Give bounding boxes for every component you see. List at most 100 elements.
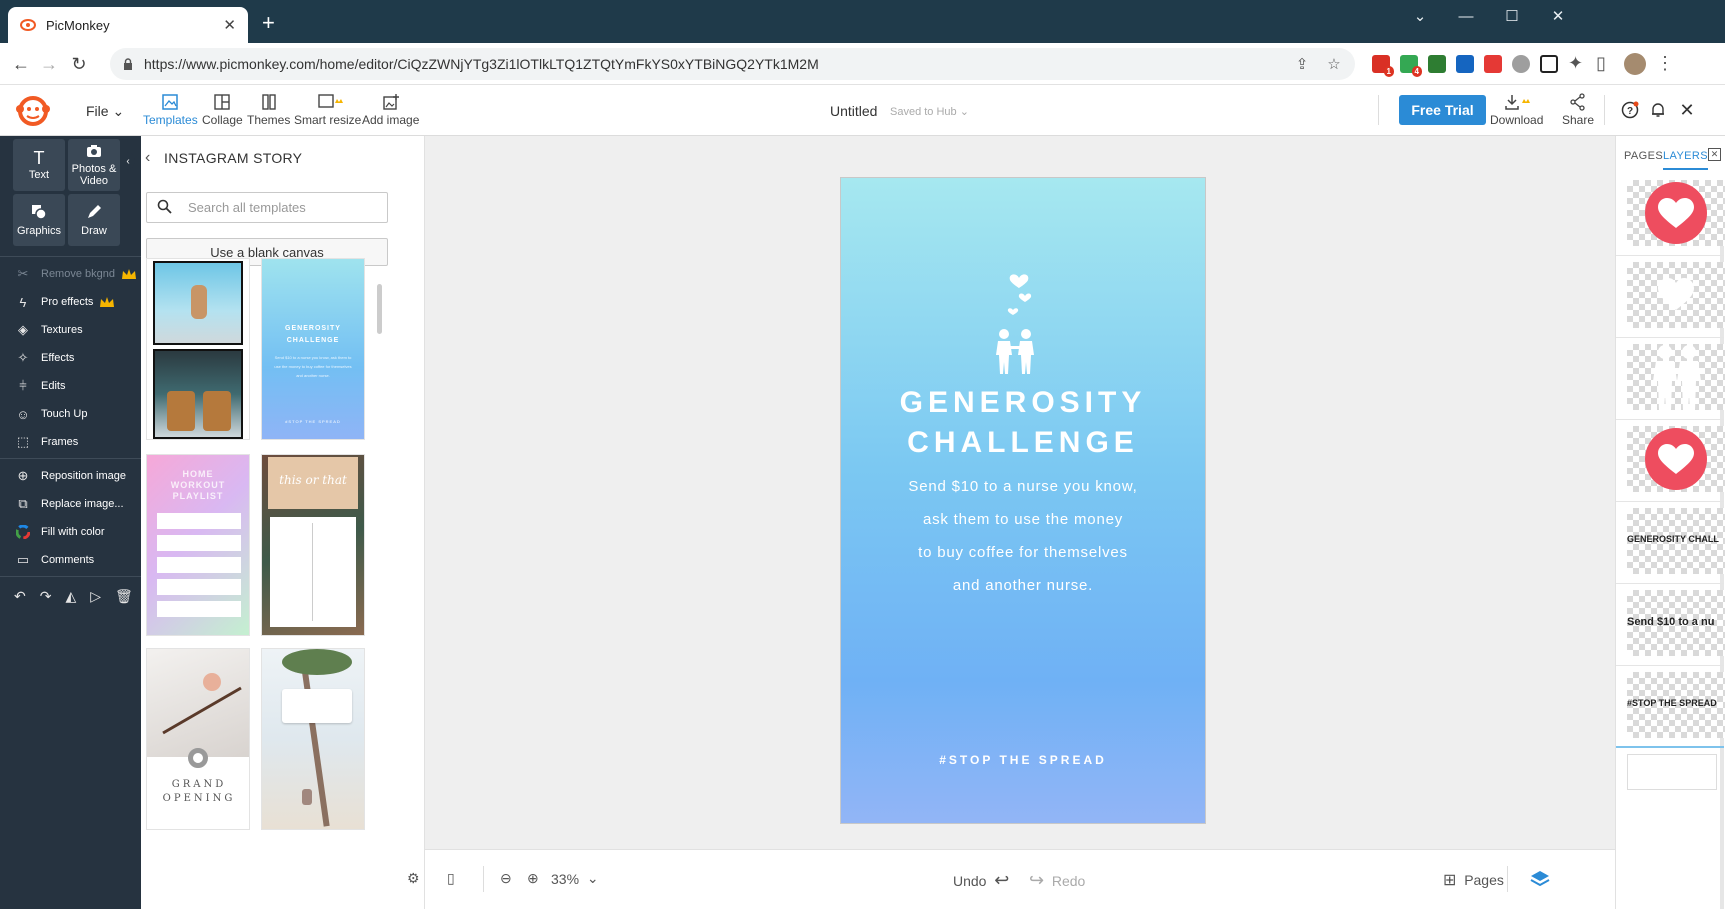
layer-item-children[interactable] <box>1616 332 1725 420</box>
graphics-button[interactable]: Graphics <box>13 194 65 246</box>
themes-tool[interactable]: Themes <box>247 91 290 127</box>
share-page-icon[interactable]: ⇪ <box>1291 55 1313 73</box>
pages-button[interactable]: ⊞ Pages <box>1443 870 1504 890</box>
sidebar-item-touch-up[interactable]: ☺ Touch Up <box>14 406 87 422</box>
layer-item-text-headline[interactable]: GENEROSITY CHALL <box>1616 496 1725 584</box>
tab-layers[interactable]: LAYERS <box>1663 150 1708 170</box>
photos-video-button[interactable]: Photos & Video <box>68 139 120 191</box>
omnibox[interactable]: https://www.picmonkey.com/home/editor/Ci… <box>110 48 1355 80</box>
templates-tool[interactable]: Templates <box>143 91 198 127</box>
browser-menu-icon[interactable]: ⋮ <box>1656 53 1674 74</box>
tab-search-icon[interactable]: ⌄ <box>1397 0 1443 32</box>
zoom-select[interactable]: 33% ⌄ <box>551 870 599 887</box>
send-icon[interactable]: ▷ <box>90 588 101 605</box>
side-panel-icon[interactable]: ▯ <box>1596 53 1606 74</box>
bookmark-star-icon[interactable]: ☆ <box>1323 55 1345 73</box>
layers-panel: PAGES LAYERS ✕ GENEROSITY CHALL Send $10… <box>1615 136 1725 909</box>
canvas-body-line[interactable]: to buy coffee for themselves <box>841 544 1205 561</box>
extensions-puzzle-icon[interactable]: ✦ <box>1568 53 1583 74</box>
template-thumb-workout-playlist[interactable]: HOME WORKOUT PLAYLIST <box>146 454 250 636</box>
sidebar-item-textures[interactable]: ◈ Textures <box>14 322 83 338</box>
sidebar-item-comments[interactable]: ▭ Comments <box>14 552 94 568</box>
canvas-tag[interactable]: #STOP THE SPREAD <box>841 753 1205 767</box>
sidebar-item-effects[interactable]: ✧ Effects <box>14 350 75 366</box>
layer-item-text-tag[interactable]: #STOP THE SPREAD <box>1616 660 1725 748</box>
layer-item-heart-white[interactable] <box>1616 250 1725 338</box>
layers-stack-icon[interactable] <box>1530 870 1550 888</box>
redo-button[interactable]: ↪ Redo <box>1029 870 1085 891</box>
close-editor-icon[interactable]: ✕ <box>1676 99 1698 121</box>
sidebar-item-remove-bkgnd[interactable]: ✂ Remove bkgnd <box>14 266 137 282</box>
gmail-extension-icon[interactable]: 1 <box>1372 55 1394 77</box>
draw-button[interactable]: Draw <box>68 194 120 246</box>
canvas-area[interactable]: GENEROSITY CHALLENGE Send $10 to a nurse… <box>425 136 1615 849</box>
sidebar-item-pro-effects[interactable]: ϟ Pro effects <box>14 294 115 310</box>
download-button[interactable]: Download <box>1490 91 1543 127</box>
layer-item-text-body[interactable]: Send $10 to a nu <box>1616 578 1725 666</box>
window-close-icon[interactable]: ✕ <box>1535 0 1581 32</box>
canvas-body-line[interactable]: Send $10 to a nurse you know, <box>841 478 1205 495</box>
smart-resize-tool[interactable]: Smart resize <box>294 91 361 127</box>
chevron-down-icon: ⌄ <box>586 870 599 886</box>
sidebar-item-fill-with-color[interactable]: Fill with color <box>14 524 105 540</box>
sidebar-item-replace-image[interactable]: ⧉ Replace image... <box>14 496 123 512</box>
close-panel-icon[interactable]: ✕ <box>1708 148 1721 161</box>
new-tab-icon[interactable]: + <box>262 12 275 34</box>
share-button[interactable]: Share <box>1562 91 1594 127</box>
zoom-out-icon[interactable]: ⊖ <box>500 870 512 887</box>
hearts-and-kids-graphic[interactable] <box>989 270 1059 374</box>
profile-avatar[interactable] <box>1624 53 1646 75</box>
trash-icon[interactable]: 🗑 <box>115 588 133 605</box>
tab-pages[interactable]: PAGES <box>1624 150 1663 162</box>
notifications-bell-icon[interactable] <box>1647 99 1669 121</box>
document-title[interactable]: Untitled <box>830 103 877 119</box>
template-search-input[interactable]: Search all templates <box>146 192 388 223</box>
red-extension-icon[interactable] <box>1484 55 1502 73</box>
sidebar-item-edits[interactable]: ⫩ Edits <box>14 378 65 394</box>
collage-tool[interactable]: Collage <box>202 91 243 127</box>
forward-icon[interactable]: → <box>36 51 62 77</box>
notion-extension-icon[interactable] <box>1540 55 1558 73</box>
reload-icon[interactable]: ↻ <box>66 51 92 77</box>
template-thumb-this-or-that[interactable]: this or that <box>261 454 365 636</box>
canvas-body-line[interactable]: ask them to use the money <box>841 511 1205 528</box>
camera-extension-icon[interactable] <box>1428 55 1446 73</box>
back-icon[interactable]: ← <box>8 51 34 77</box>
blue-extension-icon[interactable] <box>1456 55 1474 73</box>
help-icon[interactable]: ? <box>1619 99 1641 121</box>
canvas-headline-1[interactable]: GENEROSITY <box>841 386 1205 420</box>
template-thumb-generosity[interactable]: GENEROSITY CHALLENGE Send $10 to a nurse… <box>261 258 365 440</box>
artboard[interactable]: GENEROSITY CHALLENGE Send $10 to a nurse… <box>840 177 1206 824</box>
layer-item-heart-2[interactable] <box>1616 414 1725 502</box>
zoom-in-icon[interactable]: ⊕ <box>527 870 539 887</box>
page-size-icon[interactable]: ▯ <box>447 870 455 887</box>
canvas-body-line[interactable]: and another nurse. <box>841 577 1205 594</box>
template-thumb-photo-collage[interactable] <box>146 258 250 440</box>
saved-status[interactable]: Saved to Hub ⌄ <box>890 105 969 118</box>
redo-icon[interactable]: ↷ <box>40 588 52 605</box>
back-chevron-icon[interactable]: ‹ <box>145 149 150 167</box>
text-tool-button[interactable]: T Text <box>13 139 65 191</box>
free-trial-button[interactable]: Free Trial <box>1399 95 1486 125</box>
panel-scrollbar[interactable] <box>377 284 382 334</box>
browser-tab[interactable]: PicMonkey ✕ <box>8 7 248 43</box>
template-thumb-grand-opening[interactable]: GRAND OPENING <box>146 648 250 830</box>
minimize-icon[interactable]: — <box>1443 0 1489 32</box>
sidebar-item-reposition-image[interactable]: ⊕ Reposition image <box>14 468 126 484</box>
add-image-tool[interactable]: Add image <box>362 91 419 127</box>
sidebar-item-frames[interactable]: ⬚ Frames <box>14 434 78 450</box>
tab-close-icon[interactable]: ✕ <box>223 16 236 34</box>
canvas-settings-icon[interactable]: ⚙ <box>407 870 420 887</box>
undo-icon[interactable]: ↶ <box>14 588 26 605</box>
flip-icon[interactable]: ◭ <box>65 588 76 605</box>
undo-button[interactable]: Undo ↩ <box>953 870 1009 891</box>
template-thumb-palm-swing[interactable] <box>261 648 365 830</box>
layer-item-background[interactable] <box>1616 742 1724 790</box>
layer-item-heart[interactable] <box>1616 168 1725 256</box>
canvas-headline-2[interactable]: CHALLENGE <box>841 426 1205 460</box>
maximize-icon[interactable]: ☐ <box>1489 0 1535 32</box>
file-menu[interactable]: File ⌄ <box>86 103 124 120</box>
grey-extension-icon[interactable] <box>1512 55 1530 73</box>
picmonkey-logo-icon[interactable] <box>15 95 51 127</box>
green-extension-icon[interactable]: 4 <box>1400 55 1422 77</box>
